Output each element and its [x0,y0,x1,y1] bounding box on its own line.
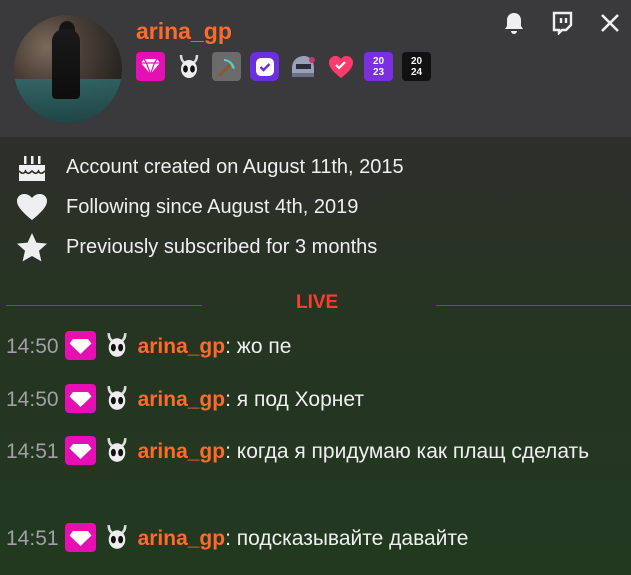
user-info-panel: Account created on August 11th, 2015 Fol… [0,137,631,575]
chat-message: 14:51 arina_gp: подсказывайте давайте [6,522,616,554]
message-colon: : [225,527,237,550]
message-text: когда я придумаю как плащ сделать [236,440,590,463]
subscription-row: Previously subscribed for 3 months [14,231,377,263]
chat-message: 14:50 arina_gp: я под Хорнет [6,383,616,415]
gem-badge[interactable] [136,52,165,81]
user-card: arina_gp 20 23 20 24 Account created on … [0,0,631,575]
message-text: жо пе [236,335,292,358]
hollow-knight-mask-badge[interactable] [104,331,130,360]
heart-icon [14,191,50,223]
bell-icon[interactable] [501,10,527,36]
following-since-row: Following since August 4th, 2019 [14,191,358,223]
gem-badge[interactable] [64,330,96,360]
hollow-knight-mask-badge[interactable] [104,436,130,465]
avatar[interactable] [14,15,122,123]
badge-list: 20 23 20 24 [136,52,431,81]
subscription-text: Previously subscribed for 3 months [66,235,378,258]
message-time: 14:50 [6,388,59,411]
message-username[interactable]: arina_gp [138,440,226,463]
message-username[interactable]: arina_gp [138,527,226,550]
header-actions [501,10,623,36]
gem-badge[interactable] [64,435,96,465]
year-2024-badge[interactable]: 20 24 [402,52,431,81]
year-2024-badge-bottom: 24 [410,66,423,78]
account-created-row: Account created on August 11th, 2015 [14,151,404,183]
pickaxe-badge[interactable] [212,52,241,81]
year-2024-badge-top: 20 [410,55,423,67]
message-username[interactable]: arina_gp [138,335,226,358]
close-icon[interactable] [597,10,623,36]
hollow-knight-mask-badge[interactable] [174,52,203,81]
live-divider-right [436,305,631,306]
gem-badge[interactable] [64,383,96,413]
message-colon: : [225,388,237,411]
gem-badge[interactable] [64,522,96,552]
cake-icon [14,151,50,183]
following-since-text: Following since August 4th, 2019 [66,195,359,218]
chat-message: 14:50 arina_gp: жо пе [6,330,616,362]
message-text: я под Хорнет [236,388,364,411]
message-username[interactable]: arina_gp [138,388,226,411]
user-card-header: arina_gp 20 23 20 24 [0,0,631,137]
year-2023-badge-top: 20 [372,55,385,67]
username[interactable]: arina_gp [136,18,232,45]
avatar-figure [52,29,80,99]
helmet-badge[interactable] [288,52,317,81]
year-2023-badge-bottom: 23 [372,66,385,78]
star-icon [14,231,50,263]
hollow-knight-mask-badge[interactable] [104,523,130,552]
chat-message: 14:51 arina_gp: когда я придумаю как плащ… [6,435,616,467]
hollow-knight-mask-badge[interactable] [104,384,130,413]
heart-bubble-badge[interactable] [326,52,355,81]
message-time: 14:51 [6,440,59,463]
message-colon: : [225,335,237,358]
message-time: 14:51 [6,527,59,550]
year-2023-badge[interactable]: 20 23 [364,52,393,81]
live-label: LIVE [296,292,339,313]
twitch-icon[interactable] [549,10,575,36]
live-divider-left [6,305,202,306]
account-created-text: Account created on August 11th, 2015 [66,155,404,178]
message-colon: : [225,440,237,463]
message-time: 14:50 [6,335,59,358]
message-text: подсказывайте давайте [236,527,469,550]
verified-check-badge[interactable] [250,52,279,81]
